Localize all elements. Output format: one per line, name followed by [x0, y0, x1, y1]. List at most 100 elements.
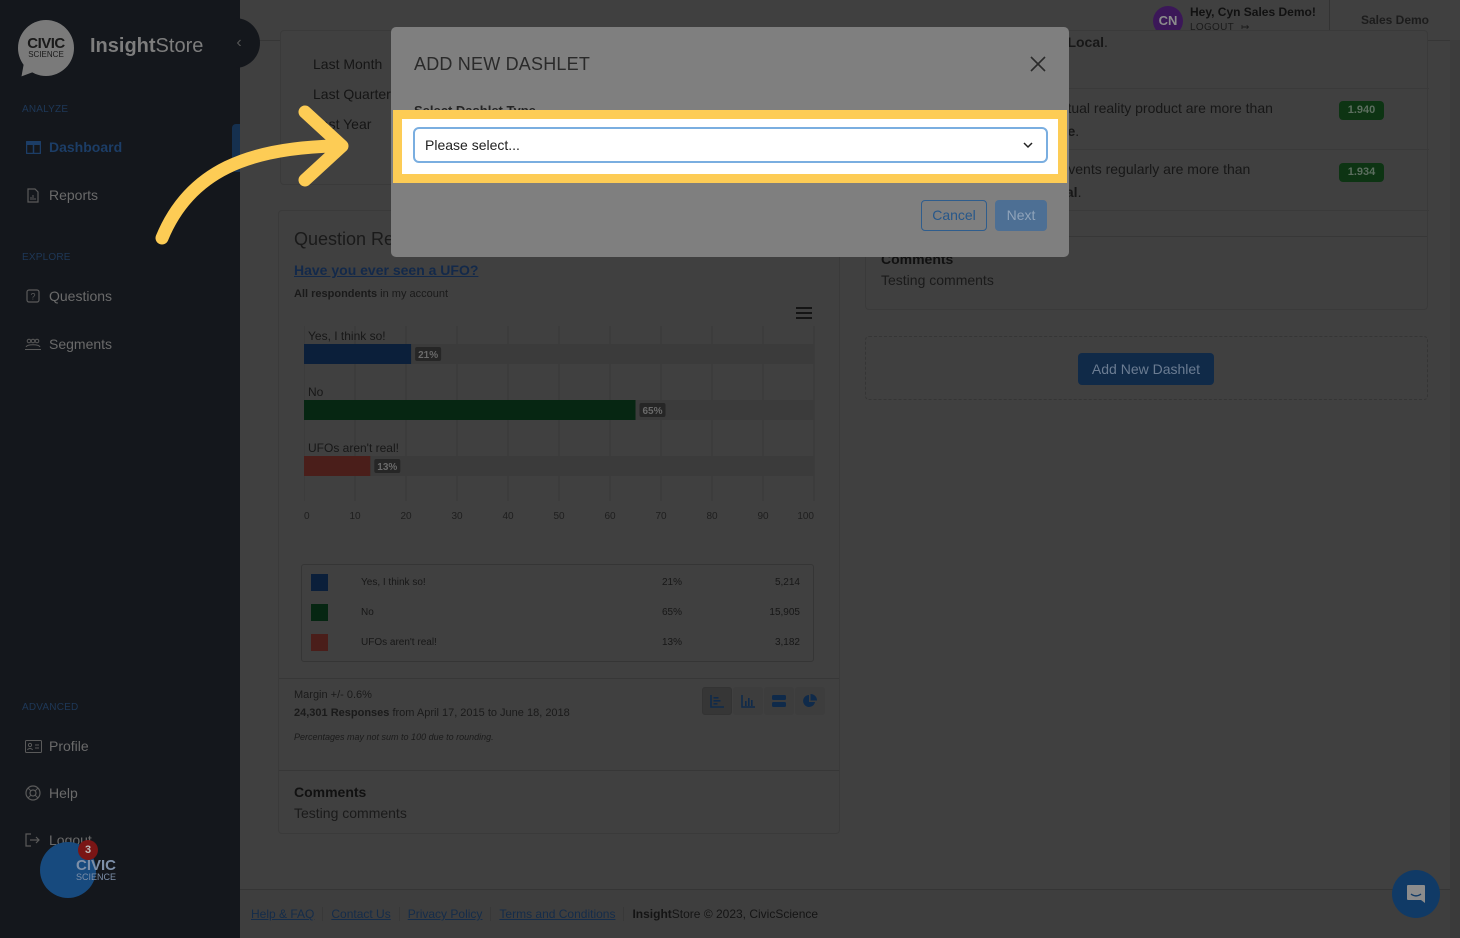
insight-score-badge: 1.940 — [1339, 101, 1384, 120]
sidebar-item-questions[interactable]: ? Questions — [24, 284, 112, 308]
legend-swatch — [311, 634, 328, 651]
pie-view-button[interactable] — [795, 687, 825, 715]
footer-link-terms[interactable]: Terms and Conditions — [499, 907, 625, 921]
page-footer: Help & FAQ Contact Us Privacy Policy Ter… — [240, 889, 1450, 938]
bar-category-label: Yes, I think so! — [308, 329, 386, 343]
legend-percent: 13% — [662, 637, 683, 648]
sidebar-item-dashboard[interactable]: Dashboard — [24, 135, 122, 159]
margin-of-error: Margin +/- 0.6% — [294, 689, 372, 701]
x-tick-label: 20 — [400, 511, 412, 522]
section-label-advanced: ADVANCED — [22, 702, 79, 713]
legend-count: 3,182 — [774, 637, 800, 648]
legend-percent: 65% — [662, 607, 683, 618]
response-summary: 24,301 Responses from April 17, 2015 to … — [294, 707, 570, 719]
active-nav-indicator — [232, 124, 240, 172]
legend-row: UFOs aren't real! 13% 3,182 — [302, 628, 815, 658]
footer-link-help[interactable]: Help & FAQ — [251, 907, 324, 921]
question-link[interactable]: Have you ever seen a UFO? — [294, 262, 478, 278]
sidebar-item-profile[interactable]: Profile — [24, 734, 89, 758]
scrollbar-thumb[interactable] — [1450, 40, 1460, 750]
civicscience-logo[interactable]: CIVIC SCIENCE — [15, 20, 76, 82]
sidebar-item-reports[interactable]: Reports — [24, 183, 98, 207]
legend-label: No — [361, 607, 374, 618]
legend-swatch — [311, 574, 328, 591]
bar-value-label: 21% — [418, 350, 438, 361]
notification-count-badge: 3 — [78, 840, 98, 860]
app-brand: InsightStore — [90, 35, 204, 57]
x-tick-label: 80 — [706, 511, 718, 522]
results-legend-table: Yes, I think so! 21% 5,214 No 65% 15,905 UFOs … — [301, 564, 814, 662]
legend-row: No 65% 15,905 — [302, 598, 815, 628]
x-tick-label: 100 — [797, 511, 814, 522]
bar — [304, 344, 412, 364]
rounding-note: Percentages may not sum to 100 due to ro… — [294, 732, 494, 742]
horizontal-bar-view-button[interactable] — [702, 687, 732, 715]
sidebar-item-segments[interactable]: Segments — [24, 332, 112, 356]
bar — [304, 456, 371, 476]
x-tick-label: 40 — [502, 511, 514, 522]
chat-icon — [1407, 885, 1425, 903]
results-bar-chart: Yes, I think so! 21% No 65% UFOs aren't real… — [304, 326, 815, 522]
sidebar-item-help[interactable]: Help — [24, 781, 78, 805]
legend-count: 5,214 — [774, 577, 800, 588]
bar-value-label: 65% — [642, 406, 662, 417]
close-icon — [1030, 56, 1046, 72]
horizontal-bar-icon — [710, 694, 724, 708]
x-tick-label: 10 — [349, 511, 361, 522]
footer-link-contact[interactable]: Contact Us — [331, 907, 400, 921]
lifebuoy-icon — [24, 784, 42, 802]
report-icon — [24, 186, 42, 204]
legend-count: 15,905 — [769, 607, 800, 618]
chart-menu-icon[interactable] — [796, 307, 812, 319]
cancel-button[interactable]: Cancel — [921, 200, 987, 231]
bar-category-label: No — [308, 385, 324, 399]
dashlet-comments: Comments Testing comments — [279, 770, 839, 834]
vertical-bar-view-button[interactable] — [733, 687, 763, 715]
dashlet-type-select[interactable]: Please select... — [413, 127, 1048, 163]
legend-row: Yes, I think so! 21% 5,214 — [302, 568, 815, 598]
add-dashlet-zone: Add New Dashlet — [865, 336, 1428, 400]
section-label-explore: EXPLORE — [22, 252, 71, 263]
chart-view-toggle — [702, 687, 826, 715]
sidebar: CIVIC SCIENCE InsightStore ANALYZE Dashb… — [0, 0, 240, 938]
comments-title: Comments — [294, 784, 367, 800]
next-button[interactable]: Next — [995, 200, 1047, 231]
legend-percent: 21% — [662, 577, 683, 588]
bar — [304, 400, 636, 420]
footer-link-privacy[interactable]: Privacy Policy — [408, 907, 492, 921]
user-greeting: Hey, Cyn Sales Demo! — [1190, 5, 1316, 19]
legend-label: Yes, I think so! — [361, 577, 426, 588]
profile-card-icon — [24, 737, 42, 755]
sidebar-collapse-button[interactable]: ‹ — [218, 18, 260, 68]
x-tick-label: 90 — [757, 511, 769, 522]
bar-value-label: 13% — [377, 462, 397, 473]
x-tick-label: 0 — [304, 511, 310, 522]
add-new-dashlet-button[interactable]: Add New Dashlet — [1078, 353, 1214, 385]
time-option-last-year[interactable]: Last Year — [313, 116, 371, 132]
chevron-left-icon: ‹ — [236, 34, 242, 51]
question-results-dashlet: Question Results Have you ever seen a UF… — [278, 210, 840, 834]
comments-text: Testing comments — [881, 272, 994, 288]
pie-icon — [803, 694, 817, 707]
x-tick-label: 30 — [451, 511, 463, 522]
stacked-bar-view-button[interactable] — [764, 687, 794, 715]
modal-title: ADD NEW DASHLET — [414, 54, 591, 74]
vertical-bar-icon — [741, 694, 755, 708]
dashlet-footer: Margin +/- 0.6% 24,301 Responses from Ap… — [279, 678, 839, 770]
question-icon: ? — [24, 287, 42, 305]
svg-text:?: ? — [30, 292, 35, 302]
x-tick-label: 50 — [553, 511, 565, 522]
chat-launcher-button[interactable] — [1392, 870, 1440, 918]
footer-copyright: InsightStore © 2023, CivicScience — [632, 907, 819, 921]
x-tick-label: 70 — [655, 511, 667, 522]
stacked-bar-icon — [772, 695, 786, 707]
time-option-last-month[interactable]: Last Month — [313, 56, 382, 72]
comments-text: Testing comments — [294, 805, 407, 821]
close-button[interactable] — [1029, 55, 1049, 75]
segments-icon — [24, 335, 42, 353]
legend-swatch — [311, 604, 328, 621]
section-label-analyze: ANALYZE — [22, 104, 69, 115]
bar-category-label: UFOs aren't real! — [308, 441, 399, 455]
audience-description: All respondents in my account — [294, 288, 449, 300]
time-option-last-quarter[interactable]: Last Quarter — [313, 86, 391, 102]
